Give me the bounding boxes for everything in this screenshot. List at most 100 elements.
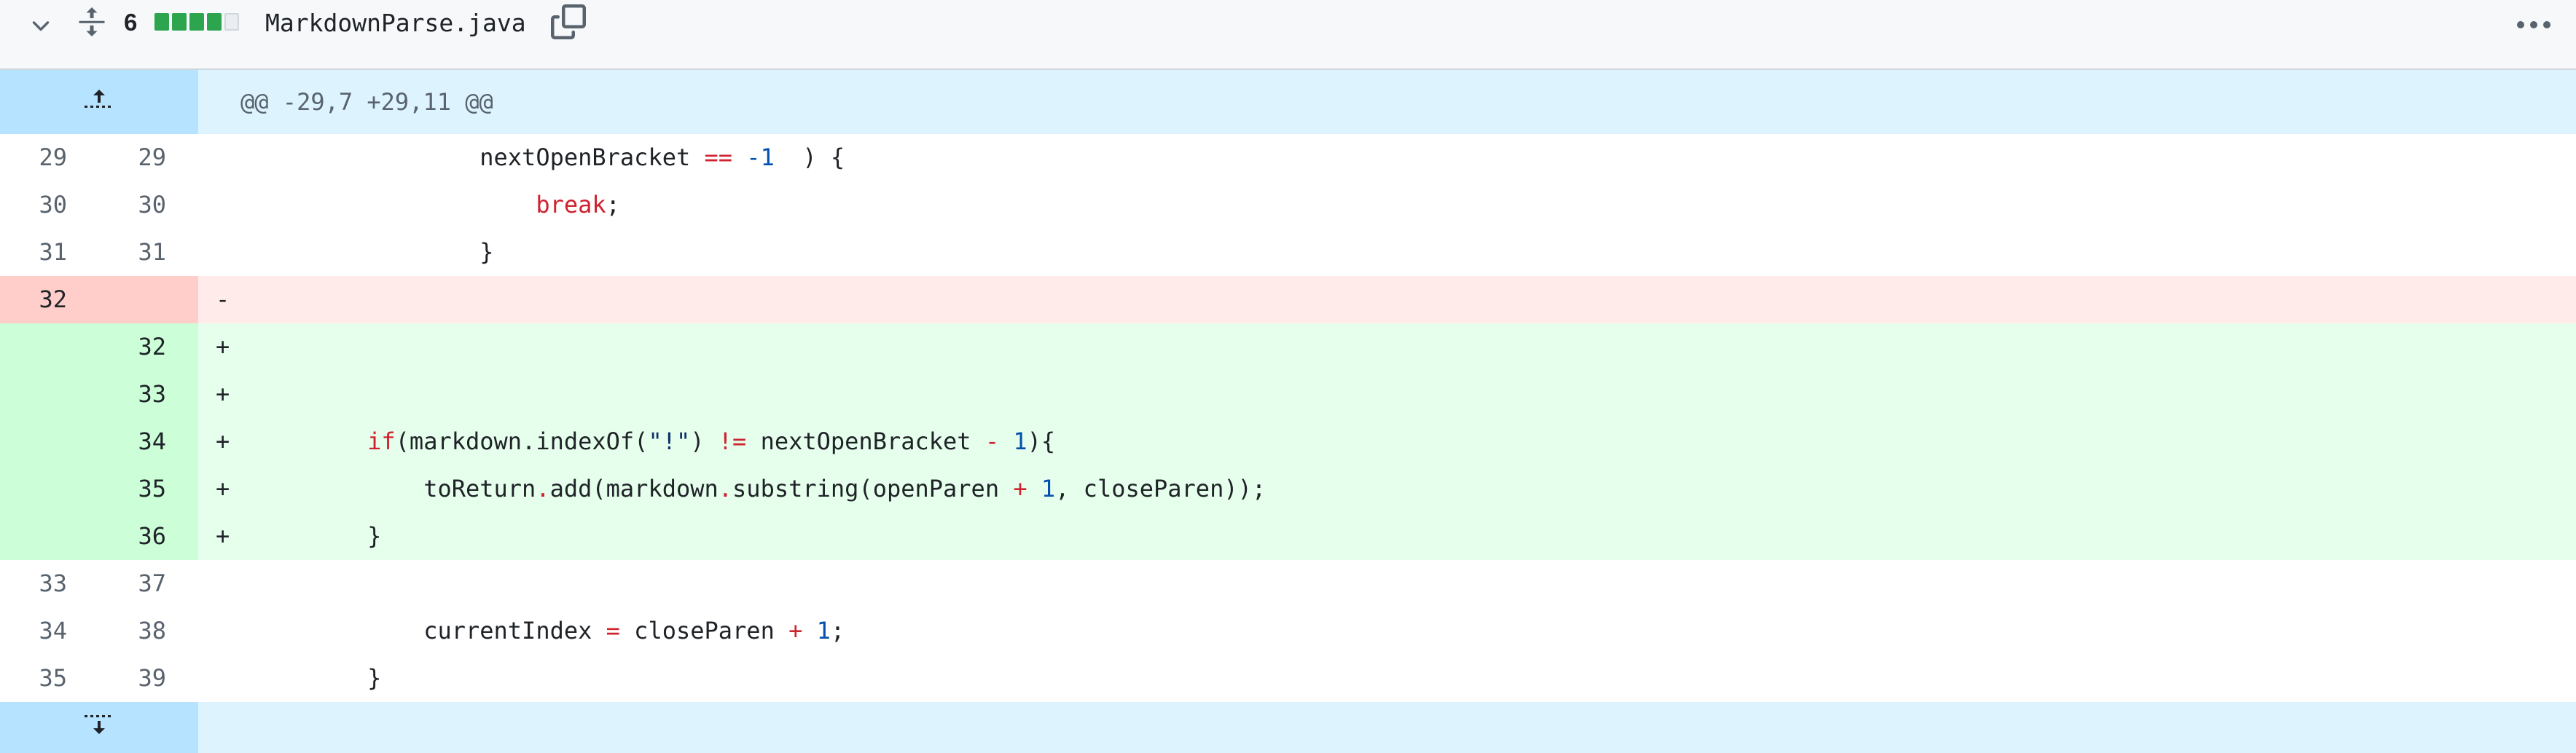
code-token: ){ [1027, 427, 1056, 455]
code-cell: + [198, 323, 2576, 371]
code-token: } [479, 238, 494, 266]
code-text: toReturn.add(markdown.substring(openPare… [255, 465, 1266, 513]
added-line: 36 + } [0, 513, 2576, 560]
code-token: . [536, 475, 550, 502]
code-text: if(markdown.indexOf("!") != nextOpenBrac… [255, 418, 1055, 465]
code-cell: + } [198, 513, 2576, 560]
code-token: + [788, 617, 803, 644]
new-line-number[interactable]: 33 [99, 371, 198, 418]
new-line-number[interactable]: 29 [99, 134, 198, 181]
new-line-number[interactable]: 31 [99, 229, 198, 276]
added-line: 32 + [0, 323, 2576, 371]
code-token: } [367, 664, 382, 692]
code-cell [198, 560, 2576, 607]
diff-lines: 29 29 nextOpenBracket == -1 ) {30 30 break… [0, 134, 2576, 702]
code-text: break; [255, 181, 620, 229]
code-token: (markdown.indexOf( [395, 427, 649, 455]
old-line-number[interactable]: 30 [0, 181, 99, 229]
new-line-number[interactable]: 37 [99, 560, 198, 607]
diffstat-bar [154, 13, 239, 31]
deleted-line: 32 - [0, 276, 2576, 323]
old-line-number[interactable] [0, 513, 99, 560]
diff-marker: + [216, 475, 230, 502]
code-token: - [984, 427, 1000, 455]
code-token: nextOpenBracket [746, 427, 985, 455]
new-line-number[interactable]: 30 [99, 181, 198, 229]
new-line-number[interactable]: 38 [99, 607, 198, 655]
code-token: closeParen [619, 617, 789, 644]
context-line: 30 30 break; [0, 181, 2576, 229]
old-line-number[interactable] [0, 323, 99, 371]
old-line-number[interactable]: 33 [0, 560, 99, 607]
expand-up-button[interactable] [0, 70, 198, 134]
diffstat-block-added [189, 13, 204, 31]
diffstat-block-added [172, 13, 187, 31]
code-cell: + if(markdown.indexOf("!") != nextOpenBr… [198, 418, 2576, 465]
code-cell: - [198, 276, 2576, 323]
diff-marker: + [216, 333, 230, 360]
diff-marker: + [216, 380, 230, 408]
code-token: ) [690, 427, 719, 455]
chevron-down-icon[interactable] [26, 12, 55, 41]
code-token: ) { [774, 143, 845, 171]
code-text: nextOpenBracket == -1 ) { [255, 134, 845, 181]
old-line-number[interactable]: 31 [0, 229, 99, 276]
context-line: 33 37 [0, 560, 2576, 607]
context-line: 34 38 currentIndex = closeParen + 1; [0, 607, 2576, 655]
code-token: 1 [816, 617, 831, 644]
code-token: ; [830, 617, 845, 644]
diff-marker: + [216, 522, 230, 550]
code-token: "!" [648, 427, 691, 455]
hunk-header-cell: @@ -29,7 +29,11 @@ [198, 70, 2576, 134]
code-token: == [704, 143, 733, 171]
unfold-icon[interactable] [76, 4, 108, 39]
code-cell: nextOpenBracket == -1 ) { [198, 134, 2576, 181]
context-line: 29 29 nextOpenBracket == -1 ) { [0, 134, 2576, 181]
diff-table: @@ -29,7 +29,11 @@ 29 29 nextOpenBracket … [0, 70, 2576, 753]
code-token: currentIndex [423, 617, 606, 644]
hunk-footer-cell [198, 702, 2576, 753]
file-name[interactable]: MarkdownParse.java [265, 9, 526, 37]
code-cell: + [198, 371, 2576, 418]
old-line-number[interactable] [0, 418, 99, 465]
context-line: 35 39 } [0, 655, 2576, 702]
kebab-horizontal-icon[interactable] [2513, 10, 2554, 39]
diff-marker: + [216, 427, 230, 455]
new-line-number[interactable]: 36 [99, 513, 198, 560]
code-token: = [606, 617, 620, 644]
new-line-number[interactable]: 39 [99, 655, 198, 702]
diffstat-block-added [207, 13, 222, 31]
old-line-number[interactable] [0, 465, 99, 513]
diff-marker: - [216, 285, 230, 313]
code-token: ; [606, 191, 620, 218]
new-line-number[interactable]: 34 [99, 418, 198, 465]
code-cell: break; [198, 181, 2576, 229]
added-line: 34 + if(markdown.indexOf("!") != nextOpen… [0, 418, 2576, 465]
code-token: + [1013, 475, 1027, 502]
code-text: } [255, 655, 381, 702]
code-token: , closeParen)); [1055, 475, 1267, 502]
hunk-header-text: @@ -29,7 +29,11 @@ [240, 88, 493, 116]
hunk-header: @@ -29,7 +29,11 @@ [0, 70, 2576, 134]
code-token: substring(openParen [732, 475, 1014, 502]
new-line-number[interactable]: 32 [99, 323, 198, 371]
old-line-number[interactable]: 35 [0, 655, 99, 702]
code-token: nextOpenBracket [479, 143, 705, 171]
old-line-number[interactable]: 29 [0, 134, 99, 181]
old-line-number[interactable]: 32 [0, 276, 99, 323]
expand-down-button[interactable] [0, 702, 198, 753]
new-line-number[interactable]: 35 [99, 465, 198, 513]
old-line-number[interactable]: 34 [0, 607, 99, 655]
diffstat-block-neutral [224, 13, 239, 31]
code-token: -1 [746, 143, 775, 171]
copy-icon[interactable] [548, 1, 589, 42]
hunk-footer [0, 702, 2576, 753]
code-token: 1 [1013, 427, 1027, 455]
code-token: toReturn [423, 475, 536, 502]
code-token: if [367, 427, 396, 455]
new-line-number[interactable] [99, 276, 198, 323]
old-line-number[interactable] [0, 371, 99, 418]
code-token: != [718, 427, 747, 455]
